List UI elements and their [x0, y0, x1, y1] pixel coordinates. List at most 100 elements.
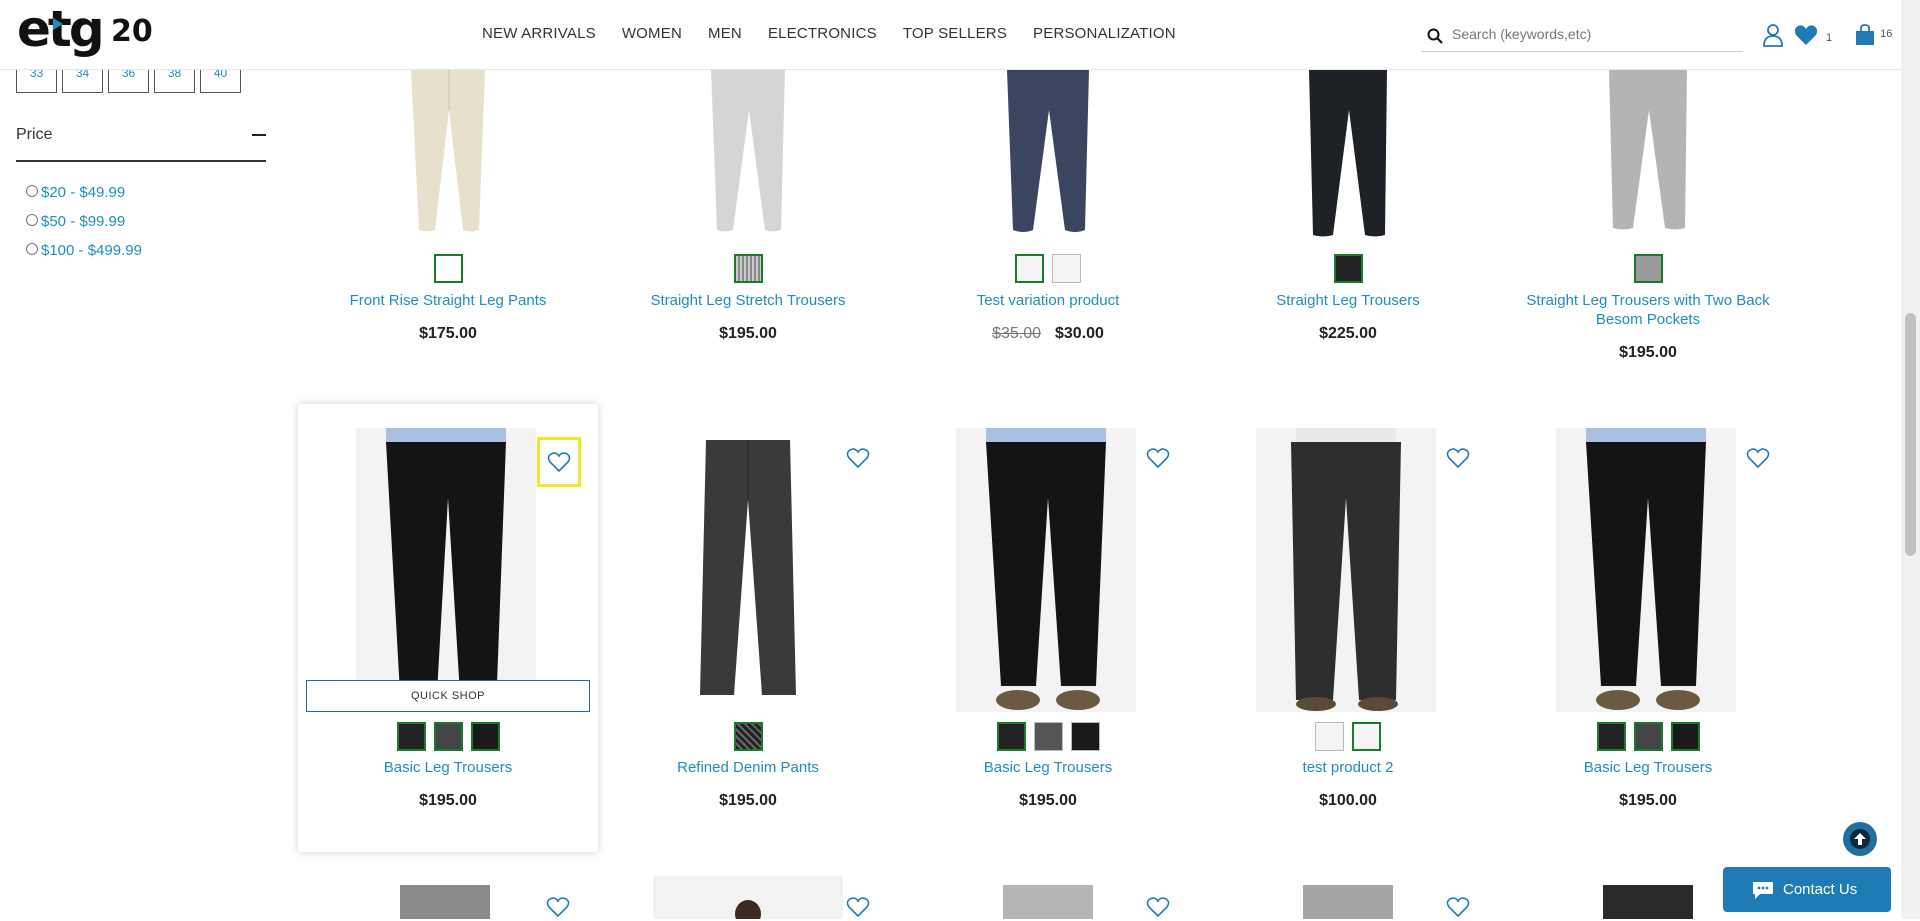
product-price: $195.00 — [719, 792, 777, 809]
nav-personalization[interactable]: PERSONALIZATION — [1033, 25, 1176, 42]
logo[interactable]: etg 20 — [17, 0, 157, 66]
price-option-label[interactable]: $100 - $499.99 — [41, 242, 142, 259]
search-icon[interactable] — [1427, 28, 1443, 44]
wishlist-heart-icon[interactable] — [1444, 893, 1472, 921]
product-image[interactable] — [1593, 70, 1703, 235]
product-image[interactable] — [1603, 885, 1693, 919]
swatch[interactable] — [1033, 722, 1063, 751]
product-image[interactable] — [1003, 885, 1093, 919]
color-swatches — [898, 722, 1198, 751]
product-image[interactable] — [1556, 428, 1736, 712]
header-icons: 1 16 — [1762, 22, 1892, 48]
search-box — [1421, 20, 1743, 52]
user-icon[interactable] — [1762, 23, 1784, 47]
swatch[interactable] — [1633, 254, 1663, 283]
wishlist-heart-icon[interactable] — [1144, 893, 1172, 921]
price-option[interactable]: $50 - $99.99 — [26, 207, 142, 236]
back-to-top-button[interactable] — [1843, 822, 1877, 856]
product-name[interactable]: Straight Leg Trousers with Two Back Beso… — [1508, 291, 1788, 329]
swatch[interactable] — [1633, 722, 1663, 751]
product-name[interactable]: Straight Leg Stretch Trousers — [598, 291, 898, 310]
wishlist-count: 1 — [1826, 32, 1833, 44]
radio-button[interactable] — [26, 242, 38, 255]
product-image[interactable] — [1303, 885, 1393, 919]
scrollbar-thumb[interactable] — [1905, 313, 1916, 556]
product-price: $195.00 — [1619, 344, 1677, 361]
swatch[interactable] — [1052, 254, 1081, 283]
swatch[interactable] — [1333, 254, 1363, 283]
price-option-label[interactable]: $50 - $99.99 — [41, 213, 125, 230]
price-filter-label: Price — [16, 126, 53, 143]
price-option-label[interactable]: $20 - $49.99 — [41, 184, 125, 201]
swatch[interactable] — [396, 722, 426, 751]
nav-electronics[interactable]: ELECTRONICS — [768, 25, 877, 42]
swatch[interactable] — [733, 254, 763, 283]
product-name[interactable]: Refined Denim Pants — [598, 758, 898, 777]
product-price: $175.00 — [419, 325, 477, 342]
wishlist-heart-icon[interactable] — [537, 437, 581, 487]
color-swatches — [598, 254, 898, 283]
wishlist-heart-icon[interactable] — [1794, 24, 1818, 46]
color-swatches — [1498, 254, 1798, 283]
product-image[interactable] — [956, 428, 1136, 712]
nav-new-arrivals[interactable]: NEW ARRIVALS — [482, 25, 596, 42]
color-swatches — [1198, 254, 1498, 283]
cart-bag-icon[interactable] — [1854, 24, 1876, 46]
nav-top-sellers[interactable]: TOP SELLERS — [903, 25, 1007, 42]
sale-price: $30.00 — [1055, 325, 1104, 342]
swatch[interactable] — [470, 722, 500, 751]
wishlist-heart-icon[interactable] — [1744, 444, 1772, 472]
contact-us-button[interactable]: Contact Us — [1723, 867, 1891, 912]
product-name[interactable]: Basic Leg Trousers — [898, 758, 1198, 777]
swatch[interactable] — [433, 254, 463, 283]
swatch[interactable] — [733, 722, 763, 751]
wishlist-heart-icon[interactable] — [544, 893, 572, 921]
swatch[interactable] — [996, 722, 1026, 751]
color-swatches — [1198, 722, 1498, 751]
chat-bubble-icon — [1753, 882, 1773, 899]
product-name[interactable]: Straight Leg Trousers — [1198, 291, 1498, 310]
search-input[interactable] — [1452, 26, 1732, 42]
radio-button[interactable] — [26, 213, 38, 226]
product-name[interactable]: test product 2 — [1198, 758, 1498, 777]
wishlist-heart-icon[interactable] — [1144, 444, 1172, 472]
collapse-minus-icon[interactable] — [252, 134, 266, 136]
swatch[interactable] — [1352, 722, 1381, 751]
product-image[interactable] — [993, 70, 1103, 235]
swatch[interactable] — [1315, 722, 1344, 751]
arrow-up-icon — [1850, 829, 1870, 849]
contact-us-label: Contact Us — [1783, 881, 1858, 898]
price-option[interactable]: $20 - $49.99 — [26, 178, 142, 207]
wishlist-heart-icon[interactable] — [1444, 444, 1472, 472]
price-filter-header[interactable]: Price — [16, 126, 266, 162]
swatch[interactable] — [433, 722, 463, 751]
quick-shop-button[interactable]: QUICK SHOP — [306, 680, 590, 712]
price-option[interactable]: $100 - $499.99 — [26, 236, 142, 265]
radio-button[interactable] — [26, 184, 38, 197]
product-image[interactable] — [1293, 70, 1403, 240]
cart-count: 16 — [1880, 28, 1893, 40]
product-image[interactable] — [653, 876, 843, 919]
wishlist-heart-icon[interactable] — [844, 893, 872, 921]
product-price: $35.00 $30.00 — [898, 325, 1198, 343]
product-image[interactable] — [393, 70, 503, 235]
swatch[interactable] — [1015, 254, 1044, 283]
product-image[interactable] — [356, 428, 536, 711]
main-nav: NEW ARRIVALS WOMEN MEN ELECTRONICS TOP S… — [482, 25, 1176, 42]
product-name[interactable]: Basic Leg Trousers — [1498, 758, 1798, 777]
product-price: $195.00 — [719, 325, 777, 342]
product-image[interactable] — [400, 885, 490, 919]
swatch[interactable] — [1070, 722, 1100, 751]
product-name[interactable]: Test variation product — [898, 291, 1198, 310]
product-name[interactable]: Basic Leg Trousers — [298, 758, 598, 777]
nav-men[interactable]: MEN — [708, 25, 742, 42]
swatch[interactable] — [1670, 722, 1700, 751]
wishlist-heart-icon[interactable] — [844, 444, 872, 472]
swatch[interactable] — [1596, 722, 1626, 751]
product-image[interactable] — [693, 70, 803, 235]
product-image[interactable] — [696, 440, 800, 700]
nav-women[interactable]: WOMEN — [622, 25, 682, 42]
product-name[interactable]: Front Rise Straight Leg Pants — [298, 291, 598, 310]
product-image[interactable] — [1256, 428, 1436, 712]
page-scrollbar[interactable] — [1901, 0, 1920, 919]
